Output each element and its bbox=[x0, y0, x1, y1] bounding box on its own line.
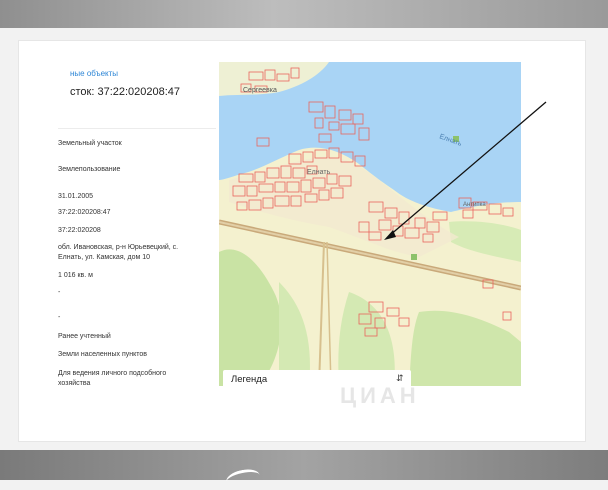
bottom-window-bar bbox=[0, 450, 608, 480]
annotation-arrow bbox=[384, 101, 547, 240]
